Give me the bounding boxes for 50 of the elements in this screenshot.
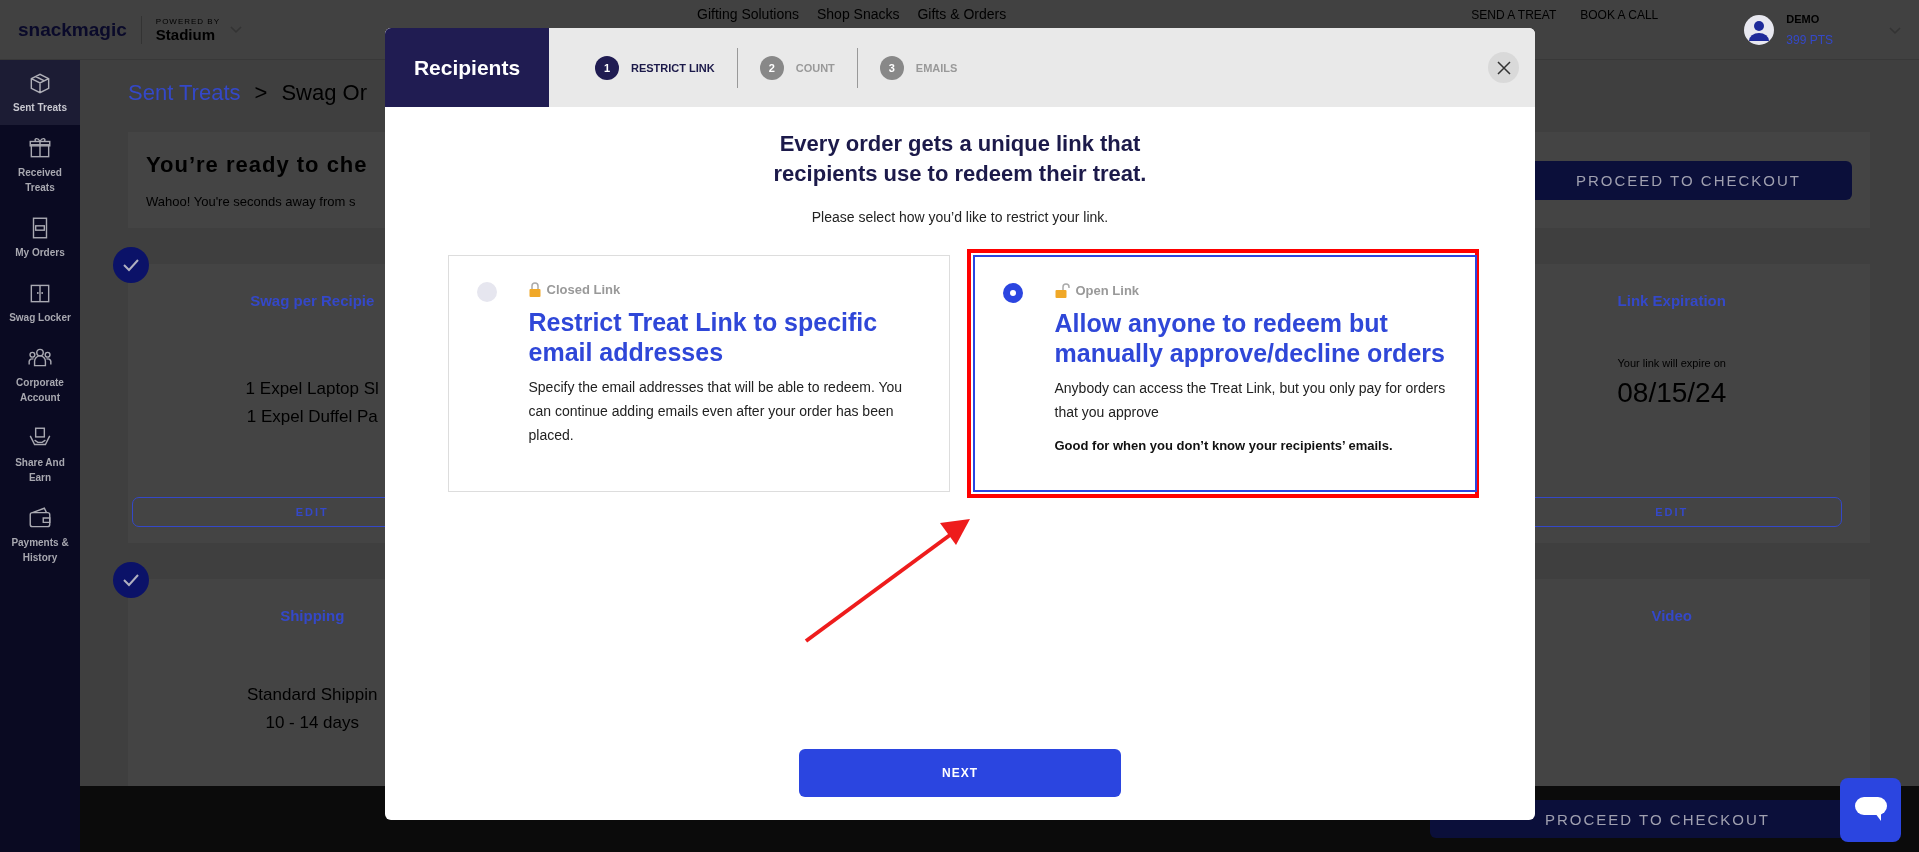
sidebar-item[interactable]: Received Treats — [0, 125, 80, 205]
close-icon — [1496, 60, 1511, 75]
section-heading: Video — [1651, 607, 1693, 624]
section-heading: Link Expiration — [1617, 292, 1726, 309]
dialog-title: Recipients — [385, 28, 549, 107]
breadcrumb-current: Swag Or — [281, 80, 367, 106]
sidebar-item[interactable]: Sent Treats — [0, 60, 80, 125]
check-icon — [113, 562, 149, 598]
step-tab[interactable]: 1 RESTRICT LINK — [573, 47, 737, 88]
sidebar-item[interactable]: Swag Locker — [0, 270, 80, 335]
sidebar-item[interactable]: Corporate Account — [0, 335, 80, 415]
card-title: You’re ready to che — [146, 151, 368, 178]
next-button[interactable]: NEXT — [799, 749, 1121, 797]
expiry-caption: Your link will expire on — [1617, 357, 1726, 369]
option-description: Specify the email addresses that will be able to redeem. You can continue adding emails even after your order has been placed. — [528, 378, 904, 445]
section-heading: Swag per Recipie — [250, 292, 375, 309]
close-button[interactable] — [1488, 52, 1519, 83]
avatar-icon[interactable] — [1744, 14, 1775, 45]
chat-button[interactable] — [1840, 778, 1901, 842]
option-note: Good for when you don’t know your recipients’ emails. — [1054, 438, 1394, 453]
dialog-heading: Every order gets a unique link that recipients use to redeem their treat. — [772, 130, 1148, 188]
sidebar-item[interactable]: Share And Earn — [0, 415, 80, 495]
item-text: 10 - 14 days — [265, 712, 360, 733]
section-heading: Shipping — [280, 607, 345, 624]
option-description: Anybody can access the Treat Link, but you only pay for orders that you approve — [1054, 379, 1447, 422]
expiry-date: 08/15/24 — [1617, 377, 1727, 409]
option-tag: Open Link — [1075, 283, 1140, 298]
option-card[interactable]: Closed Link Restrict Treat Link to specific email addresses Specify the email addresses that will be able to redeem. You can continue adding emails even after your order has been placed. — [447, 255, 950, 492]
sidebar-item[interactable]: Payments & History — [0, 495, 80, 575]
lock-icon — [528, 282, 541, 297]
item-text: 1 Expel Duffel Pa — [246, 407, 378, 427]
unlocked-icon — [1054, 283, 1070, 298]
points-balance: 399 PTS — [1786, 32, 1833, 47]
partner-logo: Stadium — [155, 25, 216, 43]
user-name: DEMO — [1786, 12, 1821, 25]
step-tab[interactable]: 2 COUNT — [737, 47, 857, 88]
breadcrumb-separator: > — [254, 80, 268, 106]
radio-button[interactable] — [476, 282, 497, 302]
dialog-subheading: Please select how you’d like to restrict your link. — [811, 209, 1109, 225]
step-tab[interactable]: 3 EMAILS — [857, 47, 980, 88]
option-title: Restrict Treat Link to specific email addresses — [528, 307, 879, 367]
radio-button[interactable] — [1002, 283, 1023, 303]
item-text: Standard Shippin — [247, 684, 378, 705]
chat-icon — [1854, 797, 1887, 823]
card-text: Wahoo! You're seconds away from s — [146, 193, 357, 209]
item-text: 1 Expel Laptop Sl — [245, 379, 379, 399]
option-tag: Closed Link — [546, 282, 621, 297]
check-icon — [113, 247, 149, 283]
sidebar-item[interactable]: My Orders — [0, 205, 80, 270]
option-title: Allow anyone to redeem but manually approve/decline orders — [1054, 308, 1446, 368]
